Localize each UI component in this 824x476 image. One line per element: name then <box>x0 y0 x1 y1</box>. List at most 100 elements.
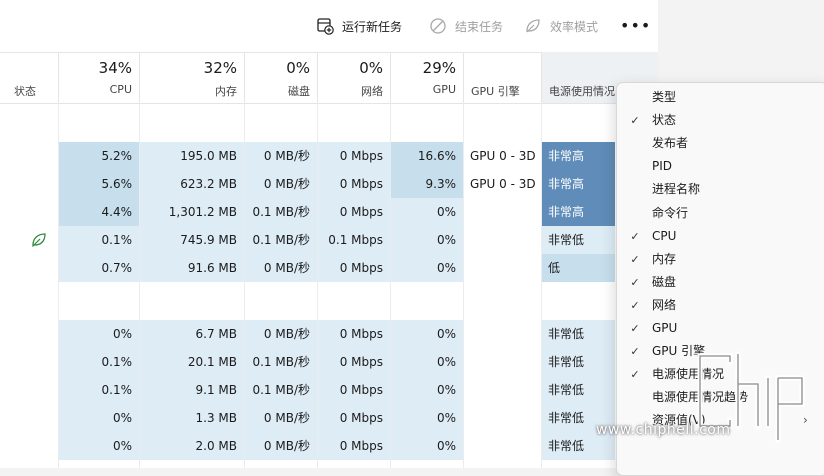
table-row[interactable]: 0.1% 20.1 MB 0.1 MB/秒 0 Mbps 0% 非常低 <box>0 348 658 376</box>
cell-network <box>317 103 390 141</box>
table-row[interactable]: 4.4% 1,301.2 MB 0.1 MB/秒 0 Mbps 0% 非常高 <box>0 198 658 226</box>
cell-gpu: 0% <box>390 348 463 376</box>
menu-item[interactable]: ✓ CPU <box>617 225 824 248</box>
cell-gpu: 0% <box>390 320 463 348</box>
cell-gpu: 0% <box>390 432 463 460</box>
header-memory-label: 内存 <box>215 85 237 98</box>
header-disk-label: 磁盘 <box>288 85 310 98</box>
cell-gpu-engine <box>463 226 541 254</box>
cell-memory: 20.1 MB <box>139 348 244 376</box>
menu-item[interactable]: 资源值(V) › <box>617 409 824 432</box>
cell-gpu: 0% <box>390 198 463 226</box>
cell-network: 0 Mbps <box>317 320 390 348</box>
header-disk-percent: 0% <box>286 59 310 77</box>
efficiency-mode-button[interactable]: 效率模式 <box>524 14 598 38</box>
cell-network: 0 Mbps <box>317 170 390 198</box>
menu-item[interactable]: 发布者 <box>617 132 824 155</box>
menu-item[interactable]: ✓ GPU 引擎 <box>617 340 824 363</box>
end-task-label: 结束任务 <box>455 19 504 34</box>
cell-power: 非常低 <box>541 320 615 348</box>
checkmark-icon: ✓ <box>630 368 640 382</box>
cell-power: 非常高 <box>541 198 615 226</box>
table-row[interactable]: 0.7% 91.6 MB 0 MB/秒 0 Mbps 0% 低 <box>0 254 658 282</box>
header-disk[interactable]: 0% 磁盘 <box>244 52 317 103</box>
menu-item[interactable]: ✓ 内存 <box>617 248 824 271</box>
table-row[interactable]: 5.6% 623.2 MB 0 MB/秒 0 Mbps 9.3% GPU 0 - 3D 非常… <box>0 170 658 198</box>
menu-item-label: 类型 <box>652 90 677 104</box>
column-divider <box>58 103 59 468</box>
cell-power: 非常低 <box>541 348 615 376</box>
menu-item[interactable]: PID <box>617 155 824 178</box>
header-network[interactable]: 0% 网络 <box>317 52 390 103</box>
table-row[interactable]: 0% 6.7 MB 0 MB/秒 0 Mbps 0% 非常低 <box>0 320 658 348</box>
end-task-button[interactable]: 结束任务 <box>429 14 503 38</box>
cell-memory: 9.1 MB <box>139 376 244 404</box>
cell-gpu: 9.3% <box>390 170 463 198</box>
header-memory[interactable]: 32% 内存 <box>139 52 244 103</box>
menu-item-label: 电源使用情况趋势 <box>652 390 749 405</box>
menu-item-label: 命令行 <box>652 205 689 220</box>
column-divider <box>244 103 245 468</box>
cell-network: 0 Mbps <box>317 432 390 460</box>
cell-gpu-engine <box>463 376 541 404</box>
header-gpu-percent: 29% <box>422 59 456 77</box>
efficiency-mode-label: 效率模式 <box>550 19 599 34</box>
column-divider <box>139 103 140 468</box>
header-network-label: 网络 <box>361 85 383 98</box>
table-row[interactable]: 0.1% 9.1 MB 0.1 MB/秒 0 Mbps 0% 非常低 <box>0 376 658 404</box>
cell-disk: 0.1 MB/秒 <box>244 198 317 226</box>
menu-item-label: CPU <box>652 228 677 243</box>
menu-item-label: 磁盘 <box>652 274 677 289</box>
table-row[interactable]: 0.1% 745.9 MB 0.1 MB/秒 0.1 Mbps 0% 非常低 <box>0 226 658 254</box>
table-row[interactable]: 0% 1.3 MB 0 MB/秒 0 Mbps 0% 非常低 <box>0 404 658 432</box>
menu-item[interactable]: 类型 <box>617 86 824 109</box>
menu-item[interactable]: ✓ 状态 <box>617 109 824 132</box>
header-gpu-label: GPU <box>432 83 456 96</box>
cell-disk <box>244 282 317 320</box>
table-row[interactable]: 0% 2.0 MB 0 MB/秒 0 Mbps 0% 非常低 <box>0 432 658 460</box>
header-status[interactable]: 状态 <box>0 52 58 103</box>
cell-memory <box>139 282 244 320</box>
menu-item-label: 网络 <box>652 297 677 312</box>
header-gpu[interactable]: 29% GPU <box>390 52 463 103</box>
menu-item[interactable]: ✓ 网络 <box>617 294 824 317</box>
table-row[interactable]: 5.2% 195.0 MB 0 MB/秒 0 Mbps 16.6% GPU 0 - 3D 非… <box>0 142 658 170</box>
menu-item[interactable]: ✓ 电源使用情况 <box>617 363 824 386</box>
cell-cpu: 5.2% <box>58 142 139 170</box>
cell-disk: 0 MB/秒 <box>244 142 317 170</box>
cell-gpu <box>390 103 463 141</box>
column-divider <box>463 103 464 468</box>
cell-gpu <box>390 282 463 320</box>
menu-item[interactable]: ✓ GPU <box>617 317 824 340</box>
menu-item[interactable]: 命令行 <box>617 202 824 225</box>
cell-cpu: 0% <box>58 432 139 460</box>
run-new-task-button[interactable]: 运行新任务 <box>316 14 402 38</box>
cell-power: 非常低 <box>541 432 615 460</box>
cell-power <box>541 282 615 320</box>
cell-disk <box>244 103 317 141</box>
column-divider <box>317 103 318 468</box>
menu-item[interactable]: 电源使用情况趋势 <box>617 386 824 409</box>
header-gpu-engine[interactable]: GPU 引擎 <box>463 52 541 103</box>
menu-item-label: PID <box>652 159 673 174</box>
table-row[interactable] <box>0 282 658 320</box>
cell-network: 0 Mbps <box>317 142 390 170</box>
more-options-button[interactable]: ••• <box>620 14 650 38</box>
cell-memory: 195.0 MB <box>139 142 244 170</box>
table-row[interactable] <box>0 103 658 141</box>
menu-item[interactable]: ✓ 磁盘 <box>617 271 824 294</box>
cell-cpu: 0.1% <box>58 376 139 404</box>
run-new-task-label: 运行新任务 <box>342 19 403 34</box>
cell-gpu-engine: GPU 0 - 3D <box>463 142 541 170</box>
toolbar: 运行新任务 结束任务 效率模式 ••• <box>0 0 658 53</box>
checkmark-icon: ✓ <box>630 345 640 359</box>
cell-memory: 623.2 MB <box>139 170 244 198</box>
menu-item[interactable]: 进程名称 <box>617 178 824 201</box>
cell-network: 0 Mbps <box>317 376 390 404</box>
header-network-percent: 0% <box>359 59 383 77</box>
cell-network: 0 Mbps <box>317 198 390 226</box>
cell-gpu-engine <box>463 404 541 432</box>
header-cpu[interactable]: 34% CPU <box>58 52 139 103</box>
cell-gpu: 0% <box>390 254 463 282</box>
cell-cpu: 4.4% <box>58 198 139 226</box>
